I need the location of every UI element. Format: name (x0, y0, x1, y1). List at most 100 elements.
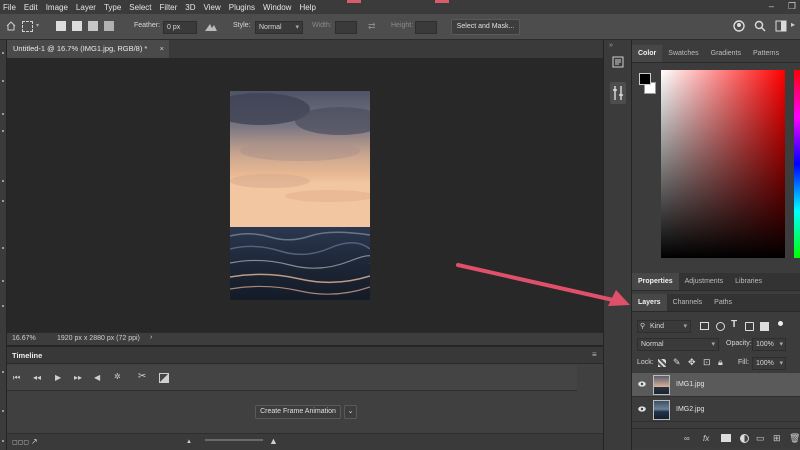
restore-button[interactable]: ❐ (788, 1, 796, 12)
anti-alias-icon[interactable] (205, 22, 217, 32)
tab-properties[interactable]: Properties (632, 273, 679, 290)
zoom-out-icon[interactable]: ▲ (186, 437, 192, 447)
opacity-input[interactable]: 100% ▾ (752, 338, 786, 351)
tool-marker[interactable] (2, 113, 4, 115)
close-tab-button[interactable]: × (160, 40, 164, 58)
fill-input[interactable]: 100% ▾ (752, 357, 786, 370)
tab-libraries[interactable]: Libraries (729, 273, 768, 290)
create-frame-animation-button[interactable]: Create Frame Animation (255, 405, 341, 419)
tab-patterns[interactable]: Patterns (747, 45, 785, 62)
menu-file[interactable]: File (0, 3, 20, 12)
convert-icon[interactable]: ↗ (31, 437, 38, 447)
add-to-selection-icon[interactable] (72, 21, 82, 31)
marquee-tool-icon[interactable] (22, 21, 33, 32)
minimize-button[interactable]: – (769, 1, 774, 12)
tool-marker[interactable] (2, 305, 4, 307)
style-select[interactable]: Normal ▾ (255, 21, 303, 34)
tool-marker[interactable] (2, 440, 4, 442)
workspace-icon[interactable] (775, 20, 787, 32)
blend-mode-select[interactable]: Normal ▾ (637, 338, 719, 351)
lock-image-icon[interactable]: ✎ (673, 357, 681, 368)
document-tab[interactable]: Untitled-1 @ 16.7% (IMG1.jpg, RGB/8) * × (7, 40, 169, 58)
eye-icon[interactable] (638, 406, 646, 412)
filter-shape-icon[interactable] (745, 322, 754, 331)
user-icon[interactable] (733, 20, 745, 32)
layer-name[interactable]: IMG2.jpg (676, 398, 704, 422)
settings-icon[interactable]: ✲ (114, 372, 121, 382)
zoom-in-icon[interactable]: ▲ (269, 436, 278, 446)
filter-pixel-icon[interactable] (700, 322, 709, 330)
color-picker-field[interactable] (661, 70, 785, 258)
chevron-down-icon[interactable]: ▾ (36, 22, 39, 29)
new-selection-icon[interactable] (56, 21, 66, 31)
swap-icon[interactable]: ⇄ (368, 21, 376, 32)
transition-icon[interactable] (159, 373, 169, 383)
history-icon[interactable] (612, 56, 624, 68)
layer-row-img1[interactable]: IMG1.jpg (632, 373, 800, 397)
eye-icon[interactable] (638, 381, 646, 387)
menu-image[interactable]: Image (42, 3, 72, 12)
tool-marker[interactable] (2, 200, 4, 202)
first-frame-icon[interactable]: ⏮ (13, 373, 20, 383)
menu-help[interactable]: Help (295, 3, 319, 12)
lock-transparency-icon[interactable] (658, 359, 666, 367)
folder-icon[interactable]: ▭ (756, 433, 765, 443)
filter-toggle-icon[interactable] (778, 321, 783, 326)
hue-slider[interactable] (794, 70, 800, 258)
trash-icon[interactable]: 🗑︎ (789, 433, 800, 443)
panel-menu-icon[interactable]: ≡ (592, 350, 597, 359)
filter-adjustment-icon[interactable] (716, 322, 725, 331)
lock-artboard-icon[interactable]: ⊡ (703, 357, 711, 368)
home-icon[interactable] (6, 21, 16, 31)
next-frame-icon[interactable]: ▸▸ (74, 373, 82, 383)
audio-icon[interactable]: ◀ (94, 373, 100, 383)
tab-color[interactable]: Color (632, 45, 663, 62)
tool-marker[interactable] (2, 280, 4, 282)
layer-row-img2[interactable]: IMG2.jpg (632, 398, 800, 422)
subtract-selection-icon[interactable] (88, 21, 98, 31)
mask-icon[interactable] (721, 434, 731, 442)
search-icon[interactable] (754, 20, 766, 32)
width-input[interactable] (335, 21, 357, 34)
tab-gradients[interactable]: Gradients (705, 45, 747, 62)
tab-paths[interactable]: Paths (708, 294, 738, 311)
menu-layer[interactable]: Layer (72, 3, 100, 12)
split-icon[interactable]: ✂ (138, 372, 146, 382)
filter-type-icon[interactable]: T (731, 319, 737, 330)
previous-frame-icon[interactable]: ◂◂ (33, 373, 41, 383)
canvas-area[interactable] (7, 58, 603, 332)
tool-marker[interactable] (2, 410, 4, 412)
height-input[interactable] (415, 21, 437, 34)
tab-swatches[interactable]: Swatches (662, 45, 704, 62)
share-icon[interactable]: ▸ (791, 20, 795, 29)
feather-input[interactable]: 0 px (163, 21, 197, 34)
menu-type[interactable]: Type (100, 3, 125, 12)
collapse-icon[interactable]: » (609, 42, 613, 49)
zoom-slider[interactable] (205, 439, 263, 441)
tab-channels[interactable]: Channels (667, 294, 709, 311)
chevron-down-icon[interactable]: ⌄ (344, 405, 357, 419)
intersect-selection-icon[interactable] (104, 21, 114, 31)
filter-smart-object-icon[interactable] (760, 322, 769, 331)
tool-marker[interactable] (2, 80, 4, 82)
menu-select[interactable]: Select (125, 3, 155, 12)
tool-marker[interactable] (2, 52, 4, 54)
new-layer-icon[interactable]: ⊞ (773, 433, 781, 443)
lock-position-icon[interactable]: ✥ (688, 357, 696, 368)
menu-view[interactable]: View (200, 3, 225, 12)
menu-edit[interactable]: Edit (20, 3, 42, 12)
tab-layers[interactable]: Layers (632, 294, 667, 311)
fx-icon[interactable]: fx (703, 434, 709, 444)
layer-name[interactable]: IMG1.jpg (676, 373, 704, 397)
menu-plugins[interactable]: Plugins (225, 3, 259, 12)
canvas-image[interactable] (230, 91, 370, 300)
menu-3d[interactable]: 3D (181, 3, 199, 12)
menu-window[interactable]: Window (259, 3, 295, 12)
frames-icon[interactable]: ▢▢▢ (12, 438, 29, 448)
link-icon[interactable]: ∞ (684, 434, 690, 444)
select-and-mask-button[interactable]: Select and Mask... (451, 19, 520, 35)
adjustment-icon[interactable] (740, 434, 749, 443)
tool-marker[interactable] (2, 371, 4, 373)
lock-all-icon[interactable]: 🔒︎ (718, 357, 723, 368)
play-icon[interactable]: ▶ (55, 373, 61, 383)
